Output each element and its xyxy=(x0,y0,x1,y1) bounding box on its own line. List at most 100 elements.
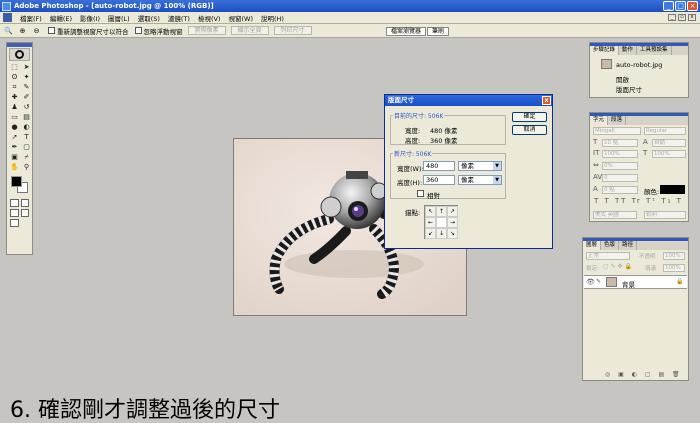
doc-minimize-button[interactable]: _ xyxy=(668,14,676,21)
fill-field[interactable]: 100% xyxy=(663,264,685,272)
horizontal-scale-field[interactable]: 100% xyxy=(652,150,686,158)
menu-filter[interactable]: 濾鏡(T) xyxy=(164,13,194,23)
relative-checkbox[interactable] xyxy=(417,190,424,197)
cancel-button[interactable]: 取消 xyxy=(512,125,547,135)
tab-channels[interactable]: 色版 xyxy=(601,241,620,250)
anchor-top[interactable]: ↑ xyxy=(436,206,447,217)
anchor-left[interactable]: ← xyxy=(425,217,436,228)
move-tool-icon[interactable]: ➤ xyxy=(21,63,32,72)
slice-tool-icon[interactable]: ✎ xyxy=(21,83,32,92)
ignore-palettes-checkbox[interactable] xyxy=(134,27,142,34)
layer-actions-bar[interactable]: ◎ ▣ ◐ ▢ ▤ 🗑 xyxy=(605,371,683,378)
tab-paths[interactable]: 路徑 xyxy=(619,241,638,250)
new-width-unit-select[interactable]: 像素 ▼ xyxy=(458,161,502,171)
text-color-swatch[interactable] xyxy=(660,185,685,194)
menu-window[interactable]: 視窗(W) xyxy=(224,13,257,23)
shape-tool-icon[interactable]: ▢ xyxy=(21,143,32,152)
crop-tool-icon[interactable]: ⌗ xyxy=(9,83,20,92)
menu-edit[interactable]: 編輯(E) xyxy=(46,13,76,23)
snapshot-thumbnail[interactable] xyxy=(601,59,612,69)
zoom-out-icon[interactable]: ⊖ xyxy=(31,26,42,36)
tab-character[interactable]: 字元 xyxy=(590,116,609,125)
eraser-tool-icon[interactable]: ▭ xyxy=(9,113,20,122)
stamp-tool-icon[interactable]: ♟ xyxy=(9,103,20,112)
blur-tool-icon[interactable]: ● xyxy=(9,123,20,132)
healing-brush-tool-icon[interactable]: ✚ xyxy=(9,93,20,102)
layer-row-background[interactable]: 👁 ✎ 背景 🔒 xyxy=(584,275,687,289)
tab-brushes[interactable]: 筆刷 xyxy=(426,27,449,36)
lasso-tool-icon[interactable]: ʘ xyxy=(9,73,20,82)
foreground-color-swatch[interactable] xyxy=(11,176,22,187)
minimize-button[interactable]: _ xyxy=(663,1,674,11)
quick-mask-mode-icon[interactable] xyxy=(20,199,29,207)
doc-close-button[interactable]: x xyxy=(688,14,696,21)
doc-restore-button[interactable]: ▫ xyxy=(678,14,686,21)
tab-tool-presets[interactable]: 工具預設集 xyxy=(637,46,672,55)
tab-file-browser[interactable]: 檔案瀏覽器 xyxy=(385,27,426,36)
tab-layers[interactable]: 圖層 xyxy=(583,241,602,250)
language-select[interactable]: 美式 英國 xyxy=(593,211,637,219)
tracking-field[interactable]: 0% xyxy=(602,162,638,170)
dialog-close-button[interactable]: x xyxy=(542,96,551,105)
menu-help[interactable]: 說明(H) xyxy=(257,13,288,23)
tab-paragraph[interactable]: 段落 xyxy=(608,116,627,125)
standard-mode-icon[interactable] xyxy=(10,199,19,207)
gradient-tool-icon[interactable]: ▤ xyxy=(21,113,32,122)
zoom-tool-icon[interactable]: 🔍 xyxy=(3,26,14,36)
anchor-top-left[interactable]: ↖ xyxy=(425,206,436,217)
actual-pixels-button[interactable]: 實際像素 xyxy=(187,26,226,35)
zoom-tool-box-icon[interactable]: ⚲ xyxy=(21,163,32,172)
hand-tool-icon[interactable]: ✋ xyxy=(9,163,20,172)
resize-windows-checkbox[interactable] xyxy=(48,27,55,34)
baseline-shift-field[interactable]: 0 點 xyxy=(602,186,638,194)
type-tool-icon[interactable]: T xyxy=(21,133,32,142)
close-button[interactable]: × xyxy=(687,1,698,11)
anchor-right[interactable]: → xyxy=(447,217,458,228)
zoom-in-icon[interactable]: ⊕ xyxy=(17,26,28,36)
print-size-button[interactable]: 列印尺寸 xyxy=(273,26,312,35)
font-style-select[interactable]: Regular xyxy=(644,127,686,135)
notes-tool-icon[interactable]: ▣ xyxy=(9,153,20,162)
anchor-bottom[interactable]: ↓ xyxy=(436,228,447,239)
path-selection-tool-icon[interactable]: ➚ xyxy=(9,133,20,142)
magic-wand-tool-icon[interactable]: ✦ xyxy=(21,73,32,82)
anchor-center[interactable] xyxy=(436,217,447,228)
anchor-top-right[interactable]: ↗ xyxy=(447,206,458,217)
vertical-scale-field[interactable]: 100% xyxy=(602,150,638,158)
anti-alias-select[interactable]: 銳利 xyxy=(644,211,686,219)
font-family-select[interactable]: Mingall xyxy=(593,127,641,135)
brush-tool-icon[interactable]: ✐ xyxy=(21,93,32,102)
fit-screen-button[interactable]: 顯示全頁 xyxy=(230,26,269,35)
menu-select[interactable]: 選取(S) xyxy=(134,13,164,23)
menu-file[interactable]: 檔案(F) xyxy=(16,13,46,23)
eyedropper-tool-icon[interactable]: ⌿ xyxy=(21,153,32,162)
adobe-online-icon[interactable] xyxy=(9,48,30,61)
anchor-bottom-left[interactable]: ↙ xyxy=(425,228,436,239)
menu-view[interactable]: 檢視(V) xyxy=(194,13,225,23)
new-height-input[interactable]: 360 xyxy=(423,175,455,185)
menu-image[interactable]: 影像(I) xyxy=(76,13,104,23)
font-size-field[interactable]: 10 點 xyxy=(602,139,638,147)
snapshot-label[interactable]: auto-robot.jpg xyxy=(616,61,662,69)
document-icon[interactable] xyxy=(3,13,12,22)
screen-mode-full-icon[interactable] xyxy=(20,209,29,217)
tab-history[interactable]: 步驟記錄 xyxy=(590,46,620,55)
new-width-input[interactable]: 480 xyxy=(423,161,455,171)
jump-to-imageready-icon[interactable] xyxy=(10,219,19,227)
kerning-field[interactable]: 0 xyxy=(602,174,638,182)
ok-button[interactable]: 確定 xyxy=(512,112,547,122)
maximize-button[interactable]: □ xyxy=(675,1,686,11)
screen-mode-standard-icon[interactable] xyxy=(10,209,19,217)
tab-actions[interactable]: 動作 xyxy=(619,46,638,55)
toolbox-grip[interactable] xyxy=(7,43,32,47)
history-brush-tool-icon[interactable]: ↺ xyxy=(21,103,32,112)
marquee-tool-icon[interactable]: ⬚ xyxy=(9,63,20,72)
text-style-buttons[interactable]: T T TT Tr T¹ T₁ T xyxy=(594,197,683,205)
brush-link-icon[interactable]: ✎ xyxy=(596,278,601,285)
opacity-field[interactable]: 100% xyxy=(663,252,685,260)
new-height-unit-select[interactable]: 像素 ▼ xyxy=(458,175,502,185)
menu-layer[interactable]: 圖層(L) xyxy=(104,13,134,23)
blend-mode-select[interactable]: 正常 xyxy=(586,252,630,260)
eye-icon[interactable]: 👁 xyxy=(586,278,595,286)
history-item-open[interactable]: 開啟 xyxy=(616,74,629,84)
